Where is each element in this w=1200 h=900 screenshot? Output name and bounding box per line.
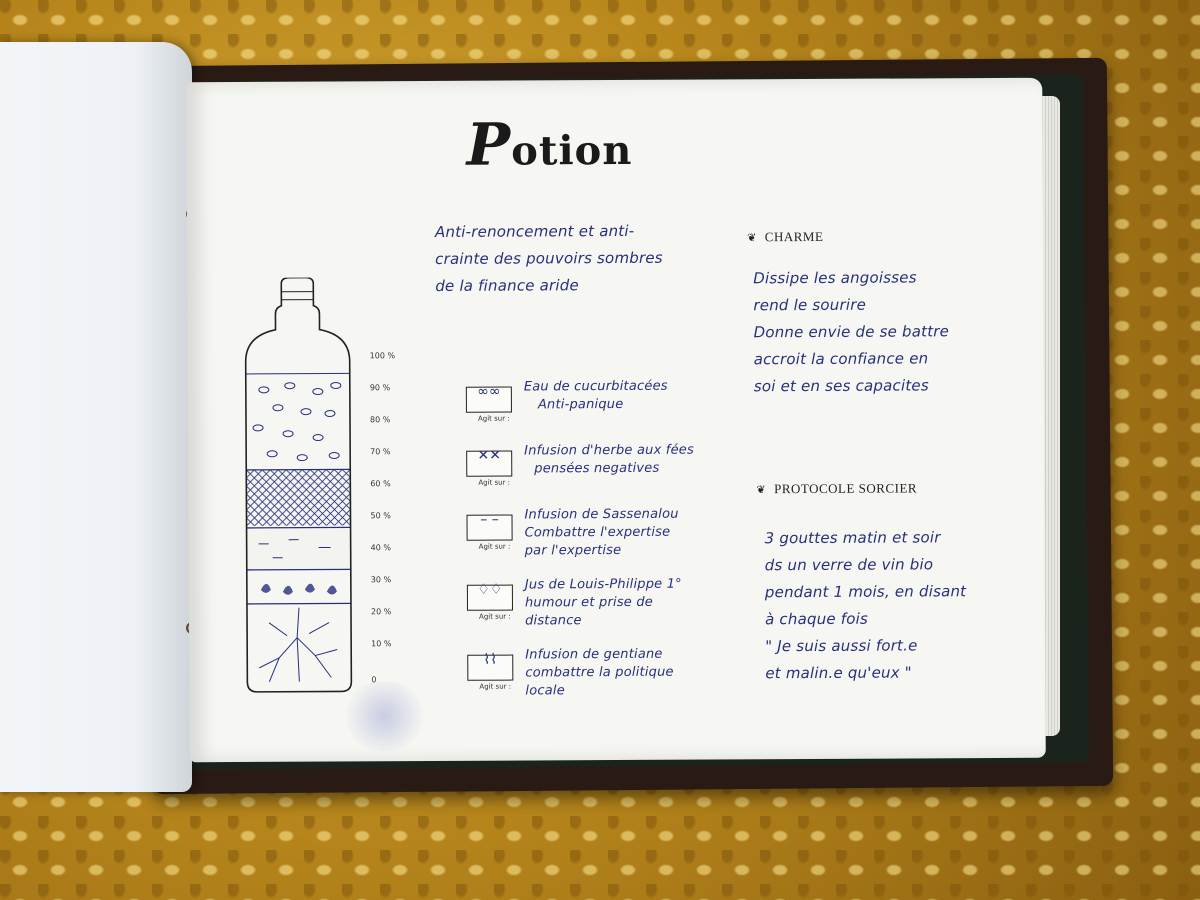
- page-title: Potion: [466, 110, 646, 179]
- bottle-svg: [244, 276, 353, 693]
- ingredient-line: Infusion de gentiane: [525, 646, 663, 663]
- leaf-icon: ❦: [747, 232, 757, 245]
- ingredient-line: Eau de cucurbitacées: [523, 378, 668, 395]
- ingredient-line: Combattre l'expertise: [524, 524, 671, 541]
- charme-heading-text: CHARME: [764, 228, 824, 245]
- scale-label: 30 %: [370, 575, 392, 585]
- title-initial: P: [466, 110, 512, 179]
- agit-label: Agit sur :: [477, 414, 510, 423]
- scale-label: 10 %: [371, 639, 392, 649]
- protocole-line: à chaque fois: [764, 609, 869, 629]
- scale-label: 70 %: [370, 447, 391, 457]
- charme-text: Dissipe les angoisses rend le sourire Do…: [753, 264, 1004, 400]
- ingredient-swatch: ✕✕: [466, 448, 513, 477]
- ingredient-text: Eau de cucurbitacées Anti-panique: [524, 377, 754, 414]
- ingredient-item: ✕✕ Agit sur : Infusion d'herbe aux fées …: [460, 443, 760, 509]
- ingredient-line: distance: [525, 613, 582, 629]
- agit-label: Agit sur :: [478, 478, 511, 487]
- protocole-line: 3 gouttes matin et soir: [764, 528, 941, 548]
- charme-line: accroit la confiance en: [753, 349, 929, 369]
- leaf-icon: ❦: [756, 484, 767, 497]
- protocole-line: " Je suis aussi fort.e: [765, 636, 918, 656]
- left-page: [0, 42, 192, 792]
- ingredient-line: combattre la politique: [525, 664, 674, 681]
- ingredient-item: – – Agit sur : Infusion de Sassenalou Co…: [460, 507, 760, 579]
- ingredient-text: Infusion d'herbe aux fées pensées negati…: [524, 441, 754, 478]
- ingredient-line: Jus de Louis-Philippe 1°: [524, 576, 682, 593]
- scale-label: 50 %: [370, 511, 391, 521]
- ingredient-line: Infusion d'herbe aux fées: [524, 442, 694, 459]
- ingredient-line: pensées negatives: [534, 460, 660, 477]
- charme-line: Donne envie de se battre: [753, 322, 950, 342]
- scale-label: 80 %: [369, 415, 391, 425]
- ingredient-text: Infusion de Sassenalou Combattre l'exper…: [524, 505, 754, 560]
- charme-line: soi et en ses capacites: [753, 376, 929, 396]
- charme-line: rend le sourire: [753, 295, 867, 315]
- agit-label: Agit sur :: [479, 612, 511, 621]
- protocole-line: ds un verre de vin bio: [764, 555, 934, 575]
- ingredient-text: Jus de Louis-Philippe 1° humour et prise…: [525, 575, 755, 630]
- protocole-line: et malin.e qu'eux ": [765, 663, 912, 683]
- protocole-line: pendant 1 mois, en disant: [764, 582, 967, 602]
- protocole-text: 3 gouttes matin et soir ds un verre de v…: [765, 524, 1016, 687]
- agit-label: Agit sur :: [479, 682, 512, 691]
- ingredient-item: ♢♢ Agit sur : Jus de Louis-Philippe 1° h…: [461, 577, 761, 649]
- ingredient-item: ⌇⌇ Agit sur : Infusion de gentiane comba…: [461, 647, 761, 713]
- protocole-heading: ❦ PROTOCOLE SORCIER: [756, 480, 917, 497]
- ingredient-text: Infusion de gentiane combattre la politi…: [525, 645, 755, 700]
- ingredient-swatch: ⌇⌇: [467, 652, 514, 681]
- potion-page: Potion Anti-renoncement et anti- crainte…: [186, 77, 1046, 763]
- charme-heading: ❦ CHARME: [747, 229, 823, 245]
- intro-line: Anti-renoncement et anti-: [434, 221, 635, 241]
- scale-label: 40 %: [370, 543, 392, 553]
- title-rest: otion: [511, 126, 633, 175]
- intro-line: crainte des pouvoirs sombres: [435, 248, 663, 268]
- protocole-heading-text: PROTOCOLE SORCIER: [774, 480, 918, 497]
- scale-label: 0: [371, 675, 377, 685]
- ingredient-line: par l'expertise: [524, 542, 622, 559]
- intro-line: de la finance aride: [435, 276, 579, 295]
- ingredient-line: locale: [525, 683, 565, 699]
- charme-line: Dissipe les angoisses: [753, 268, 917, 288]
- scale-label: 20 %: [370, 607, 392, 617]
- ingredient-line: Anti-panique: [537, 396, 624, 413]
- scale-label: 100 %: [369, 351, 396, 361]
- scale-label: 60 %: [370, 479, 391, 489]
- ingredient-line: Infusion de Sassenalou: [524, 506, 679, 523]
- bottle-illustration: 100 % 90 % 80 % 70 % 60 % 50 % 40 % 30 %…: [237, 276, 395, 703]
- ingredient-item: ∞∞ Agit sur : Eau de cucurbitacées Anti-…: [460, 379, 760, 445]
- ingredient-swatch: ∞∞: [465, 384, 512, 413]
- potion-description: Anti-renoncement et anti- crainte des po…: [435, 217, 715, 299]
- ingredient-list: ∞∞ Agit sur : Eau de cucurbitacées Anti-…: [460, 379, 762, 713]
- ingredient-swatch: – –: [466, 512, 513, 541]
- agit-label: Agit sur :: [478, 542, 511, 551]
- ingredient-swatch: ♢♢: [466, 582, 513, 611]
- scale-label: 90 %: [369, 383, 391, 393]
- ingredient-line: humour et prise de: [524, 594, 654, 611]
